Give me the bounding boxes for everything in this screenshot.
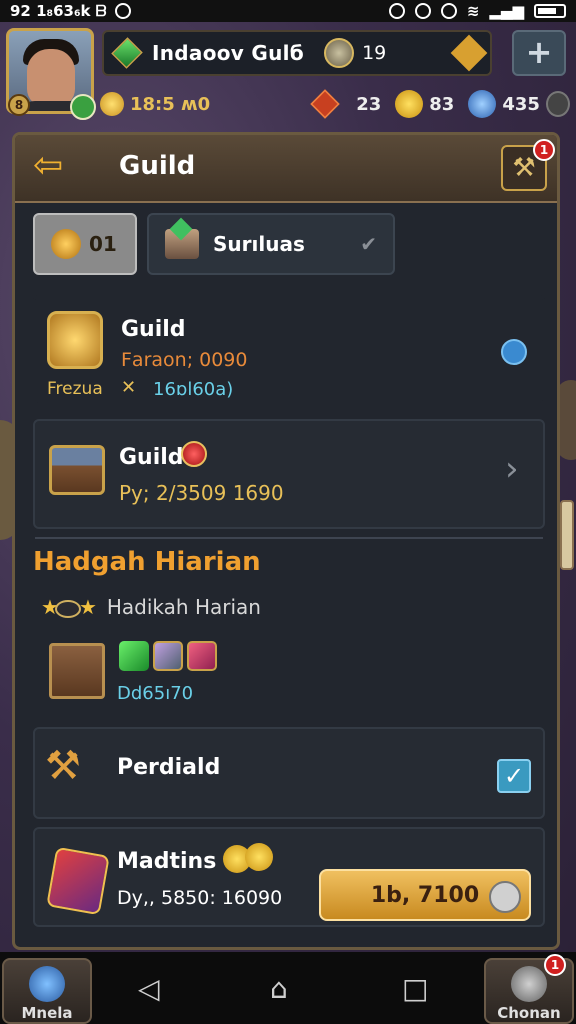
panel-header: ⇦ Guild ⚒ 1 bbox=[15, 135, 557, 203]
claim-button-label: 1b, 7100 bbox=[370, 882, 480, 908]
resource-gold[interactable]: 83 bbox=[395, 90, 454, 118]
card-subvalue: 16ɒl60a) bbox=[153, 379, 234, 400]
guild-coin-value: 19 bbox=[362, 42, 387, 64]
red-cube-icon bbox=[310, 89, 340, 119]
back-nav-icon[interactable]: ◁ bbox=[138, 972, 160, 1005]
crate-icon bbox=[165, 229, 199, 259]
crossed-swords-icon: ✕ bbox=[121, 377, 137, 398]
location-icon bbox=[388, 3, 405, 19]
tab-rank[interactable]: 01 bbox=[33, 213, 137, 275]
guild-panel: ⇦ Guild ⚒ 1 01 Surıluas ✔ Guild Fаraon; … bbox=[12, 132, 560, 950]
chevron-right-icon[interactable]: › bbox=[505, 449, 519, 489]
crystal-icon bbox=[46, 846, 110, 916]
blue-orb-icon bbox=[468, 90, 497, 118]
refresh-icon bbox=[29, 966, 65, 1002]
compass-icon bbox=[511, 966, 547, 1002]
card-line: Fаraon; 0090 bbox=[121, 349, 248, 371]
card-title: Guild bbox=[119, 445, 184, 470]
notification-icon bbox=[114, 3, 131, 19]
green-gem-icon bbox=[119, 641, 149, 671]
chat-notification-badge: 1 bbox=[544, 954, 566, 976]
reward-chest-icon bbox=[49, 643, 105, 699]
shield-emblem-icon bbox=[47, 311, 103, 369]
back-button[interactable]: ⇦ bbox=[33, 148, 77, 185]
card-sublabel: Frezua bbox=[47, 379, 103, 399]
check-icon: ✔ bbox=[360, 232, 377, 256]
notification-badge: 1 bbox=[533, 139, 555, 161]
page-title: Guild bbox=[119, 151, 196, 181]
guild-name: Indaoov Gulб bbox=[152, 41, 305, 65]
timer-resource: 18:5 ʍ0 bbox=[100, 92, 210, 116]
gem-row bbox=[119, 641, 217, 671]
tab-label: 01 bbox=[89, 232, 117, 256]
wifi-icon: ≋ bbox=[466, 2, 480, 20]
card-line: Py; 2/3509 1690 bbox=[119, 481, 284, 505]
red-star-gem-icon bbox=[187, 641, 217, 671]
sun-icon bbox=[100, 92, 124, 116]
home-nav-icon[interactable]: ⌂ bbox=[270, 972, 288, 1005]
side-drawer-handle[interactable] bbox=[560, 500, 574, 570]
daily-row: ★ ★ Hadikah Harian bbox=[41, 595, 261, 619]
menu-button[interactable]: Mnela bbox=[2, 958, 92, 1024]
reward-card[interactable]: Madtins Dy,, 5850: 16090 1b, 7100 bbox=[33, 827, 545, 927]
reward-line: Dy,, 5850: 16090 bbox=[117, 887, 283, 909]
resource-value: 435 bbox=[502, 93, 540, 115]
gold-star-icon bbox=[450, 34, 488, 72]
recents-nav-icon[interactable]: □ bbox=[402, 972, 428, 1005]
purple-gem-icon bbox=[153, 641, 183, 671]
top-hud: 8 Indaoov Gulб 19 + 18:5 ʍ0 23 83 435 bbox=[0, 22, 576, 130]
perk-title: Perdiald bbox=[117, 755, 221, 780]
reward-title: Madtins bbox=[117, 849, 217, 874]
ruby-icon bbox=[181, 441, 207, 467]
perk-card[interactable]: ⚒ Perdiald ✓ bbox=[33, 727, 545, 819]
treasure-chest-icon bbox=[49, 445, 105, 495]
status-time: 92 1₈63₆k ᗷ bbox=[10, 2, 107, 20]
avatar-face bbox=[27, 49, 75, 107]
divider bbox=[35, 537, 543, 539]
settings-orb-icon[interactable] bbox=[545, 91, 570, 117]
timer-text: 18:5 ʍ0 bbox=[130, 93, 211, 115]
hammer-icon: ⚒ bbox=[45, 743, 81, 789]
daily-label: Hadikah Harian bbox=[106, 595, 261, 619]
bottom-bar: Mnela ◁ ⌂ □ Chonan 1 bbox=[0, 952, 576, 1024]
battery-icon bbox=[534, 4, 566, 18]
resource-row: 18:5 ʍ0 23 83 435 bbox=[100, 84, 570, 124]
tab-members[interactable]: Surıluas ✔ bbox=[147, 213, 395, 275]
alarm-icon bbox=[414, 3, 431, 19]
resource-value: 83 bbox=[429, 93, 455, 115]
resource-blue[interactable]: 435 bbox=[468, 90, 540, 118]
silver-coin-icon bbox=[324, 38, 355, 68]
resource-value: 23 bbox=[356, 93, 382, 115]
menu-label: Mnela bbox=[21, 1004, 73, 1022]
guild-card[interactable]: Guild Py; 2/3509 1690 › bbox=[33, 419, 545, 529]
hammer-icon: ⚒ bbox=[512, 153, 536, 183]
resource-red[interactable]: 23 bbox=[310, 89, 382, 119]
status-bar: 92 1₈63₆k ᗷ ≋ ▂▄▆ bbox=[0, 0, 576, 22]
claim-button[interactable]: 1b, 7100 bbox=[319, 869, 531, 921]
sync-icon bbox=[440, 3, 457, 19]
clock-icon bbox=[489, 881, 521, 913]
medal-icon bbox=[51, 229, 81, 259]
tab-label: Surıluas bbox=[213, 232, 305, 256]
chat-label: Chonan bbox=[497, 1004, 561, 1022]
green-gem-icon bbox=[111, 37, 143, 69]
shield-badge-icon bbox=[70, 94, 96, 120]
level-badge: 8 bbox=[8, 94, 30, 116]
guild-card[interactable]: Guild Fаraon; 0090 Frezua ✕ 16ɒl60a) bbox=[33, 295, 545, 405]
signal-icon: ▂▄▆ bbox=[489, 2, 524, 20]
daily-code: Dd65ı70 bbox=[117, 683, 194, 704]
info-badge-icon[interactable] bbox=[501, 339, 527, 365]
gold-coin-icon bbox=[395, 90, 424, 118]
perk-checkbox[interactable]: ✓ bbox=[497, 759, 531, 793]
card-title: Guild bbox=[121, 317, 186, 342]
section-title: Hadgah Hiarian bbox=[33, 547, 261, 577]
stars-icon: ★ ★ bbox=[41, 595, 97, 619]
tab-bar: 01 Surıluas ✔ bbox=[33, 213, 395, 275]
add-button[interactable]: + bbox=[512, 30, 566, 76]
gold-coin-icon bbox=[245, 843, 273, 871]
guild-name-bar[interactable]: Indaoov Gulб 19 bbox=[102, 30, 492, 76]
